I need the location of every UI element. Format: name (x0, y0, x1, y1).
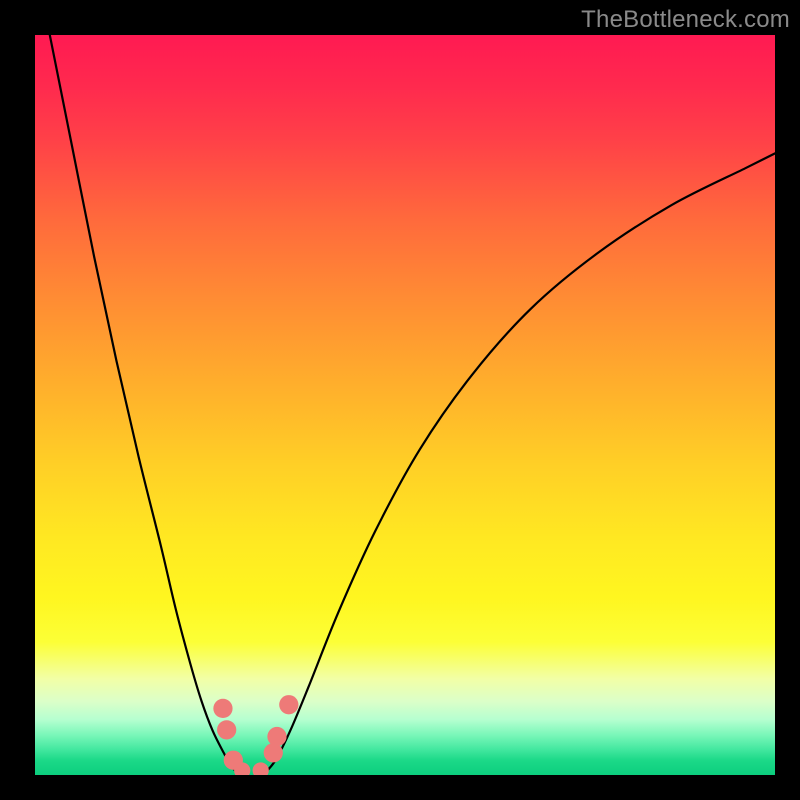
valley-marker (217, 720, 236, 739)
valley-marker (267, 727, 286, 746)
curve-layer (35, 35, 775, 775)
valley-markers (213, 695, 298, 775)
left-branch-curve (50, 35, 239, 774)
valley-marker (279, 695, 298, 714)
valley-marker (264, 743, 283, 762)
watermark-text: TheBottleneck.com (581, 6, 790, 34)
valley-marker (253, 762, 269, 775)
right-branch-curve (264, 153, 775, 773)
plot-area (35, 35, 775, 775)
outer-frame: TheBottleneck.com (0, 0, 800, 800)
valley-marker (213, 699, 232, 718)
